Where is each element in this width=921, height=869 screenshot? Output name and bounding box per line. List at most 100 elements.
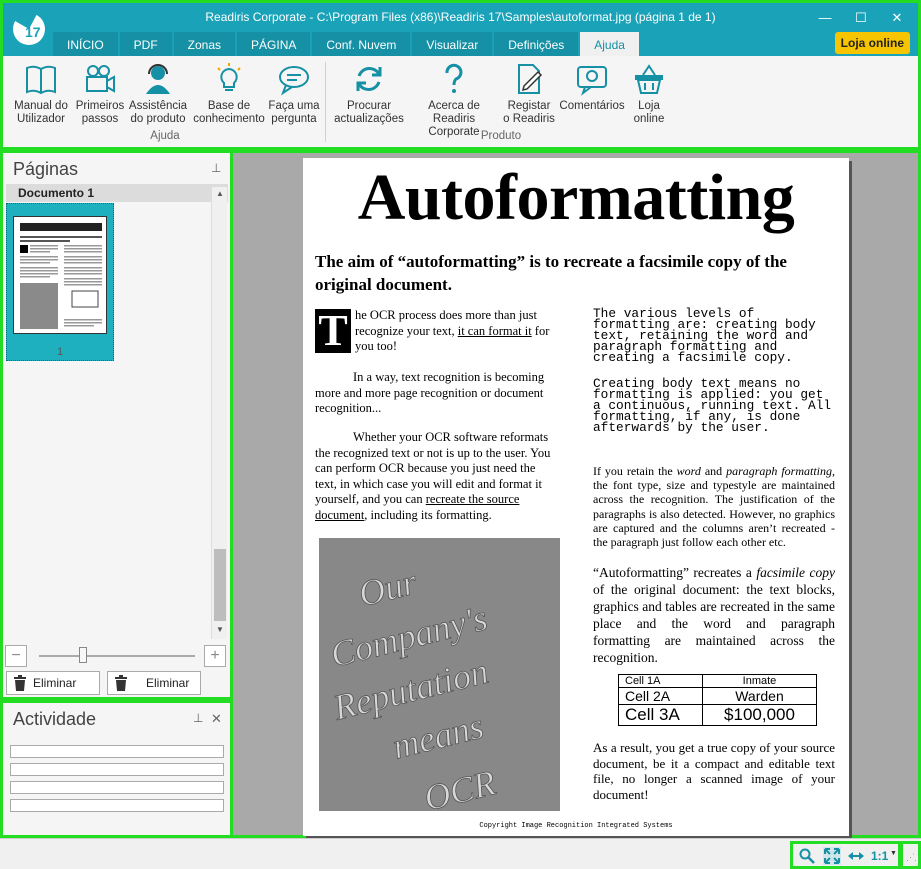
tab-definicoes[interactable]: Definições bbox=[494, 32, 579, 58]
basket-icon bbox=[635, 64, 663, 94]
user-manual-label-2: Utilizador bbox=[17, 113, 65, 125]
right-paragraph-2: Creating body text means no formatting i… bbox=[593, 376, 832, 435]
table-row: Cell 2A Warden bbox=[618, 687, 817, 705]
feedback-button[interactable]: Comentários bbox=[557, 58, 627, 113]
document-subtitle: The aim of “autoformatting” is to recrea… bbox=[315, 252, 787, 294]
online-store-label-1: Loja bbox=[638, 100, 660, 112]
tab-pdf[interactable]: PDF bbox=[119, 32, 172, 58]
logo-text: 17 bbox=[25, 24, 41, 40]
right-p3-italic-1: word bbox=[676, 464, 701, 478]
zoom-slider[interactable] bbox=[39, 655, 195, 657]
online-store-button[interactable]: Loja online bbox=[834, 32, 910, 54]
knowledge-base-label-1: Base de bbox=[207, 100, 251, 112]
left-paragraph-2: In a way, text recognition is becoming m… bbox=[315, 370, 545, 415]
left-p1-underlined: it can format it bbox=[457, 323, 532, 338]
trash-icon bbox=[14, 675, 26, 691]
activity-panel: Actividade ⊥ ✕ bbox=[0, 700, 233, 838]
register-label-2: o Readiris bbox=[503, 113, 555, 125]
zoom-out-button[interactable]: − bbox=[5, 645, 27, 667]
tab-inicio[interactable]: INÍCIO bbox=[53, 32, 118, 58]
zoom-in-button[interactable]: + bbox=[204, 645, 226, 667]
about-label-1: Acerca de Readiris bbox=[428, 100, 480, 125]
document-viewer[interactable]: Autoformatting The aim of “autoformattin… bbox=[233, 150, 921, 838]
right-p4-italic: facsimile copy bbox=[756, 565, 835, 580]
ribbon-group-ajuda: Manual do Utilizador Primeiros passos As… bbox=[9, 58, 321, 146]
scrollbar-thumb[interactable] bbox=[214, 549, 226, 621]
table-row: Cell 1A Inmate bbox=[618, 674, 817, 688]
ask-question-button[interactable]: Faça uma pergunta bbox=[267, 58, 321, 126]
fit-width-icon[interactable] bbox=[847, 849, 865, 863]
right-p4-b: of the original document: the text block… bbox=[593, 582, 835, 665]
thumbnail-preview-graphic bbox=[18, 221, 104, 329]
register-button[interactable]: Registar o Readiris bbox=[501, 58, 557, 126]
fit-page-icon[interactable] bbox=[823, 847, 841, 865]
video-camera-icon bbox=[86, 65, 115, 93]
ribbon-tabs: INÍCIO PDF Zonas PÁGINA Conf. Nuvem Visu… bbox=[53, 32, 641, 58]
thumbnail-zoom-control: − + bbox=[5, 645, 227, 667]
right-p3-b: and bbox=[700, 464, 727, 478]
refresh-icon bbox=[356, 67, 382, 91]
right-paragraph-1: The various levels of formatting are: cr… bbox=[593, 306, 816, 365]
scroll-down-icon[interactable]: ▼ bbox=[214, 625, 226, 637]
book-icon bbox=[26, 65, 56, 95]
user-manual-label-1: Manual do bbox=[14, 100, 68, 112]
ribbon-separator bbox=[325, 62, 326, 142]
pages-panel: Páginas ⊥ Documento 1 1 ▲ ▼ − + Eliminar… bbox=[0, 150, 233, 712]
user-manual-button[interactable]: Manual do Utilizador bbox=[9, 58, 73, 126]
table-cell: Inmate bbox=[702, 674, 817, 688]
right-p3-a: If you retain the bbox=[593, 464, 677, 478]
about-button[interactable]: Acerca de Readiris Corporate bbox=[407, 58, 501, 139]
chevron-down-icon[interactable]: ▼ bbox=[890, 850, 897, 857]
table-cell: Cell 2A bbox=[618, 687, 703, 705]
check-updates-label-2: actualizações bbox=[334, 113, 404, 125]
check-updates-button[interactable]: Procurar actualizações bbox=[331, 58, 407, 126]
resize-grip[interactable]: ⋰⋰ bbox=[900, 841, 921, 869]
right-paragraph-5: As a result, you get a true copy of your… bbox=[593, 740, 835, 802]
feedback-label: Comentários bbox=[559, 100, 625, 112]
scroll-up-icon[interactable]: ▲ bbox=[214, 189, 226, 201]
left-p3-text-b: , including its formatting. bbox=[364, 507, 492, 522]
tab-ajuda[interactable]: Ajuda bbox=[580, 32, 639, 58]
pin-icon[interactable]: ⊥ bbox=[211, 161, 223, 175]
activity-row bbox=[10, 763, 224, 776]
actual-size-button[interactable]: 1:1 bbox=[871, 849, 888, 863]
chat-bubble-icon bbox=[279, 66, 309, 96]
pages-panel-title: Páginas bbox=[13, 159, 79, 179]
tab-visualizar[interactable]: Visualizar bbox=[412, 32, 493, 58]
pages-scrollbar[interactable]: ▲ ▼ bbox=[211, 187, 227, 639]
pin-icon[interactable]: ⊥ bbox=[193, 711, 205, 725]
knowledge-base-button[interactable]: Base de conhecimento bbox=[191, 58, 267, 126]
table-cell: Cell 3A bbox=[618, 704, 703, 726]
register-label-1: Registar bbox=[507, 100, 551, 112]
product-support-label-1: Assistência bbox=[128, 100, 188, 112]
tab-zonas[interactable]: Zonas bbox=[173, 32, 236, 58]
delete-button[interactable]: Eliminar bbox=[107, 671, 201, 695]
table-cell: Cell 1A bbox=[618, 674, 703, 688]
group-label-produto: Produto bbox=[480, 130, 522, 142]
minimize-button[interactable]: — bbox=[810, 8, 840, 28]
tab-conf-nuvem[interactable]: Conf. Nuvem bbox=[312, 32, 411, 58]
promo-image: Our Company's Reputation means OCR bbox=[319, 538, 560, 811]
product-support-button[interactable]: Assistência do produto bbox=[127, 58, 189, 126]
tab-pagina[interactable]: PÁGINA bbox=[237, 32, 311, 58]
getting-started-button[interactable]: Primeiros passos bbox=[73, 58, 127, 126]
right-paragraph-4: “Autoformatting” recreates a facsimile c… bbox=[593, 564, 835, 666]
page-number: 1 bbox=[56, 346, 64, 358]
question-icon bbox=[445, 63, 463, 93]
close-button[interactable]: ✕ bbox=[882, 8, 912, 28]
ribbon: Manual do Utilizador Primeiros passos As… bbox=[0, 56, 921, 150]
right-paragraph-3: If you retain the word and paragraph for… bbox=[593, 464, 835, 549]
close-icon[interactable]: ✕ bbox=[211, 711, 223, 726]
thumbnail-preview bbox=[13, 216, 107, 334]
maximize-button[interactable]: ☐ bbox=[846, 8, 876, 28]
document-title: Autoformatting bbox=[357, 161, 795, 234]
table-cell: $100,000 bbox=[702, 704, 817, 726]
zoom-slider-handle[interactable] bbox=[78, 647, 87, 663]
support-agent-icon bbox=[146, 64, 170, 94]
magnifier-icon[interactable] bbox=[799, 848, 815, 864]
page-thumbnail[interactable]: 1 bbox=[6, 203, 114, 361]
document-header[interactable]: Documento 1 bbox=[6, 184, 228, 202]
delete-all-button[interactable]: Eliminar tudo bbox=[6, 671, 100, 712]
group-label-ajuda: Ajuda bbox=[150, 130, 180, 142]
online-store-ribbon-button[interactable]: Loja online bbox=[627, 58, 671, 126]
